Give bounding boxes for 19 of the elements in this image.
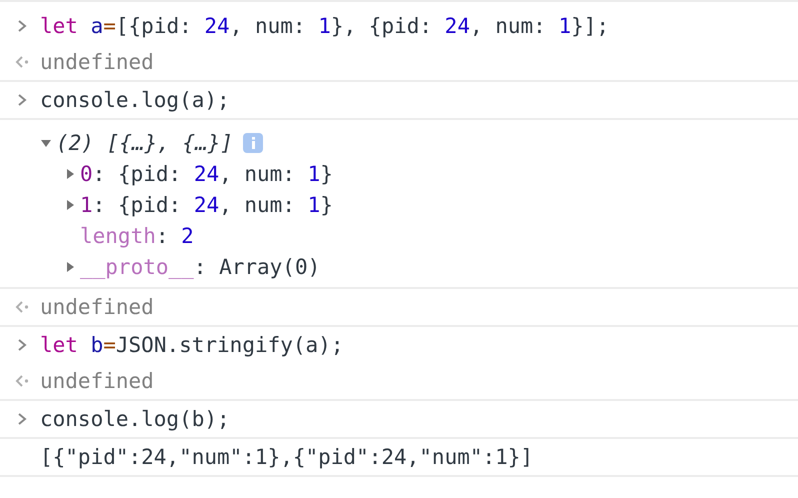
result-arrow-icon (14, 374, 30, 388)
property-line: 0: {pid: 24, num: 1} (80, 160, 333, 188)
result-arrow-icon (14, 55, 30, 69)
code-line: console.log(b); (40, 406, 230, 433)
log-output: [{"pid":24,"num":1},{"pid":24,"num":1}] (40, 444, 534, 471)
property-line: 1: {pid: 24, num: 1} (80, 192, 333, 218)
disclosure-triangle-icon[interactable] (64, 168, 76, 180)
code-line: console.log(a); (40, 87, 230, 114)
disclosure-triangle-icon[interactable] (64, 260, 76, 272)
array-summary[interactable]: (2) [{…}, {…}] (56, 130, 234, 154)
result-value: undefined (40, 368, 154, 395)
code-line: let a=[{pid: 24, num: 1}, {pid: 24, num: 1}]; (40, 13, 610, 40)
disclosure-triangle-icon[interactable] (64, 198, 76, 210)
result-arrow-icon (14, 300, 30, 314)
result-value: undefined (40, 49, 154, 76)
property-line: __proto__: Array(0) (80, 254, 320, 281)
code-line: let b=JSON.stringify(a); (40, 332, 344, 359)
result-value: undefined (40, 294, 154, 321)
property-line: length: 2 (80, 222, 194, 250)
